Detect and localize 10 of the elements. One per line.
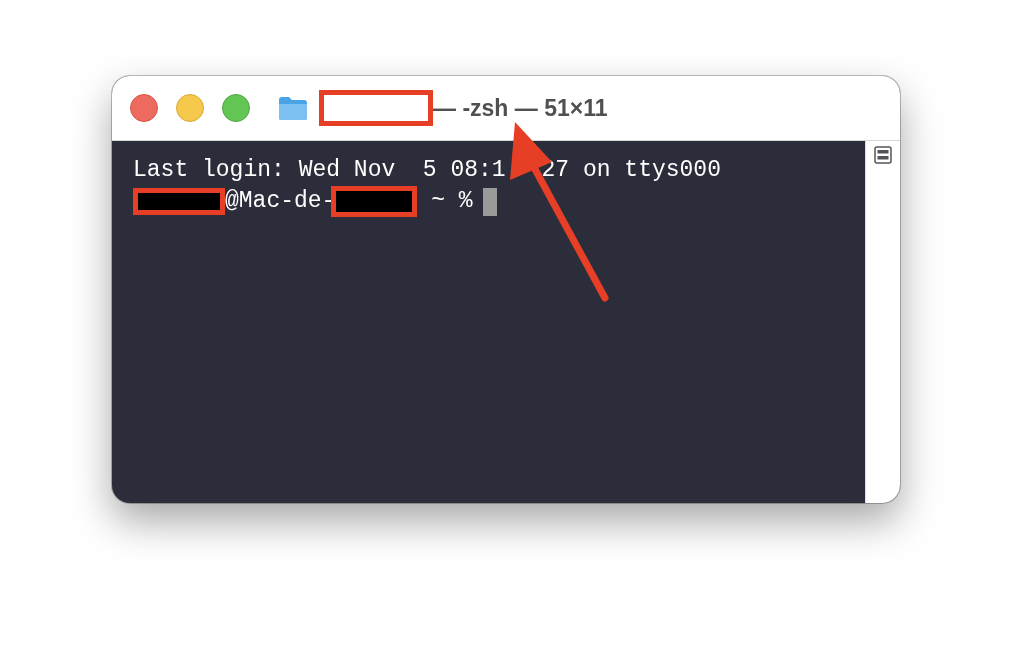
split-pane-icon[interactable] — [874, 146, 892, 164]
zoom-button[interactable] — [222, 94, 250, 122]
terminal-text: Last login: Wed Nov 5 08:1 — [133, 156, 506, 185]
terminal-text: ~ % — [430, 187, 473, 216]
text-cursor — [482, 187, 497, 216]
minimize-button[interactable] — [176, 94, 204, 122]
folder-icon — [278, 95, 308, 121]
window-title: — -zsh — 51×11 — [433, 94, 608, 122]
close-button[interactable] — [130, 94, 158, 122]
terminal-text: @Mac-de- — [225, 187, 336, 216]
